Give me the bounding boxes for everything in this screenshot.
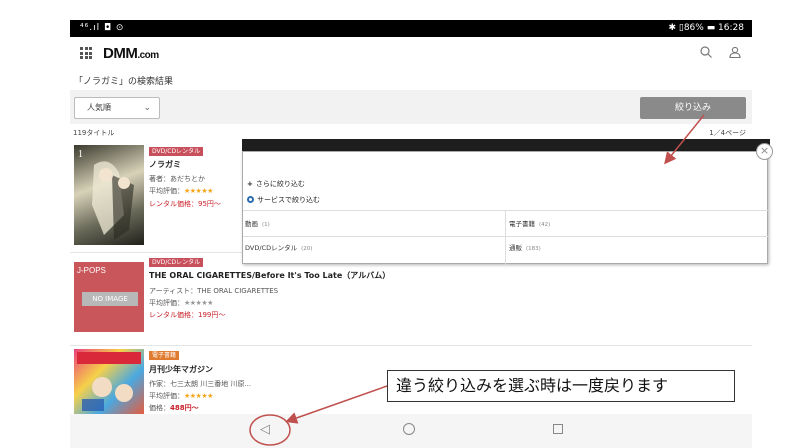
- list-item[interactable]: J-POPS NO IMAGE DVD/CDレンタル THE ORAL CIGA…: [70, 253, 752, 345]
- no-image-label: NO IMAGE: [82, 292, 138, 306]
- filter-option-rental[interactable]: DVD/CDレンタル (20): [245, 242, 312, 252]
- result-count: 119タイトル: [73, 129, 115, 137]
- search-icon[interactable]: [700, 46, 712, 62]
- item-rating: 平均評価：★★★★★: [149, 392, 213, 400]
- filter-option-ebook[interactable]: 電子書籍 (42): [509, 218, 550, 228]
- item-title[interactable]: ノラガミ: [149, 159, 181, 170]
- page-info: 1／4ページ: [709, 129, 746, 137]
- category-badge: DVD/CDレンタル: [149, 147, 204, 156]
- android-nav-bar: ◁: [70, 414, 752, 448]
- recent-apps-icon[interactable]: [553, 424, 563, 434]
- user-icon[interactable]: [729, 46, 741, 62]
- home-icon[interactable]: [403, 423, 415, 435]
- panel-divider: [243, 210, 769, 211]
- item-rating: 平均評価：★★★★★: [149, 299, 213, 307]
- service-filter-row[interactable]: サービスで絞り込む: [247, 195, 320, 205]
- panel-divider: [243, 236, 769, 237]
- status-right: ✱ ▯86% ▬ 16:28: [668, 23, 744, 33]
- item-author: 著者：あだちとか: [149, 175, 205, 183]
- signal-icons: ⁴⁶.ıl ◘ ⊙: [80, 23, 125, 33]
- more-filter-row[interactable]: + さらに絞り込む: [247, 179, 305, 189]
- sort-selected-value: 人気順: [87, 103, 111, 112]
- dmm-logo[interactable]: DMM.com: [103, 45, 159, 62]
- category-badge: DVD/CDレンタル: [149, 258, 204, 267]
- cover-image[interactable]: J-POPS NO IMAGE: [74, 262, 144, 332]
- item-author: 作家：七三太朗 川三番地 川原...: [149, 380, 252, 388]
- site-header: DMM.com: [70, 37, 752, 69]
- cover-image[interactable]: [74, 349, 144, 415]
- item-price: レンタル価格：199円〜: [149, 311, 226, 319]
- item-artist: アーティスト：THE ORAL CIGARETTES: [149, 287, 279, 295]
- thumb-genre-label: J-POPS: [77, 266, 106, 275]
- cover-image[interactable]: 1: [74, 145, 144, 245]
- item-rating: 平均評価：★★★★★: [149, 187, 213, 195]
- back-icon[interactable]: ◁: [260, 422, 270, 437]
- item-price: レンタル価格：95円〜: [149, 200, 221, 208]
- service-filter-label: サービスで絞り込む: [257, 196, 320, 204]
- item-title[interactable]: 月刊少年マガジン: [149, 364, 213, 375]
- filter-button[interactable]: 絞り込み: [640, 97, 746, 119]
- close-icon[interactable]: ×: [756, 143, 773, 160]
- filter-panel: + さらに絞り込む サービスで絞り込む 動画 (1) 電子書籍 (42) DVD/CD…: [242, 151, 769, 265]
- chevron-down-icon: ⌄: [143, 103, 151, 113]
- category-badge: 電子書籍: [149, 351, 180, 360]
- price-value: 488円〜: [170, 404, 199, 412]
- sort-dropdown[interactable]: 人気順 ⌄: [74, 97, 160, 119]
- sort-bar: 人気順 ⌄ 絞り込み: [70, 90, 752, 124]
- rating-stars: ★★★★★: [184, 187, 213, 195]
- panel-divider: [505, 210, 506, 265]
- item-title[interactable]: THE ORAL CIGARETTES/Before It's Too Late…: [149, 270, 390, 281]
- search-results-title: 「ノラガミ」の検索結果: [74, 77, 174, 87]
- panel-header-shade: [242, 139, 770, 151]
- status-bar: ⁴⁶.ıl ◘ ⊙ ✱ ▯86% ▬ 16:28: [70, 20, 752, 37]
- more-filter-label: さらに絞り込む: [255, 180, 305, 188]
- filter-option-mailorder[interactable]: 通販 (183): [509, 242, 541, 252]
- rating-stars: ★★★★★: [184, 299, 213, 307]
- annotation-callout: 違う絞り込みを選ぶ時は一度戻ります: [387, 370, 735, 402]
- svg-text:1: 1: [78, 149, 83, 160]
- radio-icon: [247, 196, 254, 203]
- rating-stars: ★★★★★: [184, 392, 213, 400]
- filter-option-video[interactable]: 動画 (1): [245, 218, 270, 228]
- plus-icon: +: [247, 180, 253, 188]
- menu-grid-icon[interactable]: [80, 47, 92, 59]
- item-price: 価格：488円〜: [149, 404, 199, 412]
